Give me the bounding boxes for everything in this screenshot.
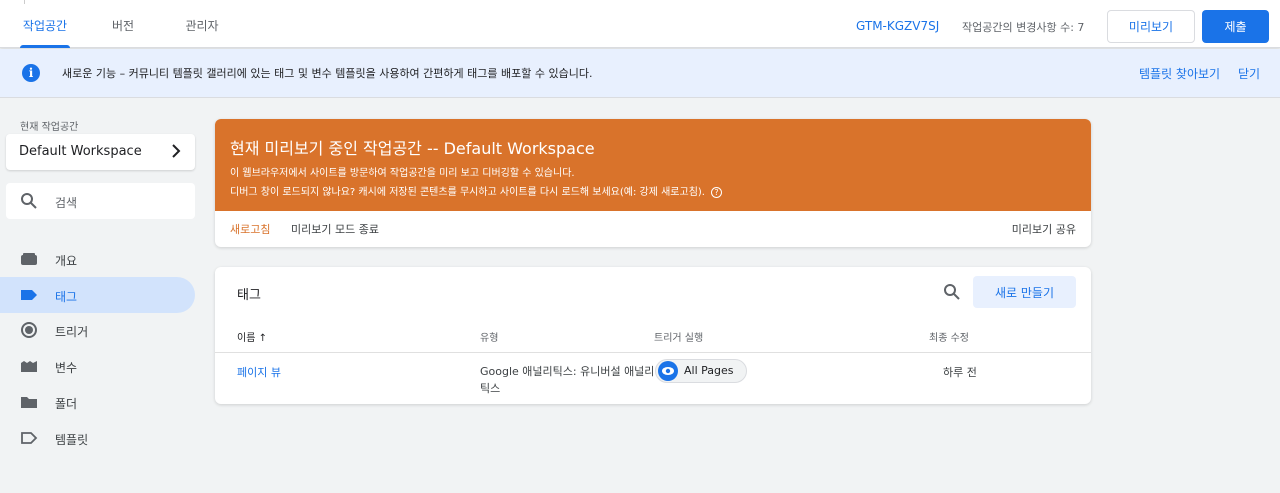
tags-card-title: 태그 <box>237 288 261 303</box>
sidebar-item-label: 개요 <box>55 254 78 268</box>
sidebar-item-triggers[interactable]: 트리거 <box>0 312 195 348</box>
close-banner-link[interactable]: 닫기 <box>1238 65 1260 82</box>
exit-preview-link[interactable]: 미리보기 모드 종료 <box>291 221 379 237</box>
info-banner: i 새로운 기능 – 커뮤니티 템플릿 갤러리에 있는 태그 및 변수 템플릿을… <box>0 49 1280 98</box>
search-placeholder: 검색 <box>55 196 78 210</box>
column-header-firing-triggers[interactable]: 트리거 실행 <box>654 329 703 344</box>
tab-admin[interactable]: 관리자 <box>185 0 219 48</box>
column-header-type[interactable]: 유형 <box>480 329 498 344</box>
column-header-name[interactable]: 이름 ↑ <box>237 329 267 344</box>
share-preview-link[interactable]: 미리보기 공유 <box>1012 221 1076 237</box>
preview-card-title: 현재 미리보기 중인 작업공간 -- Default Workspace <box>230 139 595 158</box>
container-id[interactable]: GTM-KGZV7SJ <box>856 19 939 33</box>
sidebar-item-label: 폴더 <box>55 397 78 411</box>
tag-icon <box>20 287 38 303</box>
sidebar-search[interactable]: 검색 <box>6 183 195 219</box>
trigger-name: All Pages <box>684 364 734 377</box>
tags-card: 태그 새로 만들기 이름 ↑ 유형 트리거 실행 최종 수정 페이지 뷰 Goo… <box>215 267 1091 404</box>
folder-icon <box>20 394 38 410</box>
info-icon: i <box>22 64 40 82</box>
sidebar-item-overview[interactable]: 개요 <box>0 241 195 277</box>
workspace-changes-count: 작업공간의 변경사항 수: 7 <box>962 21 1085 34</box>
template-icon <box>20 430 38 446</box>
preview-debug-hint: 디버그 창이 로드되지 않나요? 캐시에 저장된 콘텐츠를 무시하고 사이트를 … <box>230 183 722 198</box>
sidebar-item-label: 변수 <box>55 361 78 375</box>
refresh-link[interactable]: 새로고침 <box>230 221 270 237</box>
help-icon[interactable]: ? <box>710 186 722 198</box>
chevron-right-icon <box>169 142 183 163</box>
eye-icon <box>658 361 678 381</box>
sidebar-item-variables[interactable]: 변수 <box>0 348 195 384</box>
sidebar-item-label: 트리거 <box>55 325 89 339</box>
preview-description: 이 웹브라우저에서 사이트를 방문하여 작업공간을 미리 보고 디버깅할 수 있… <box>230 168 575 179</box>
trigger-icon <box>20 322 38 338</box>
tag-type: Google 애널리틱스: 유니버설 애널리틱스 <box>480 365 655 395</box>
tag-name-link[interactable]: 페이지 뷰 <box>237 364 281 380</box>
sidebar-item-label: 태그 <box>55 290 78 304</box>
preview-card-header: 현재 미리보기 중인 작업공간 -- Default Workspace 이 웹… <box>215 119 1091 211</box>
workspace-selector[interactable]: Default Workspace <box>6 134 195 170</box>
sidebar-item-folders[interactable]: 폴더 <box>0 384 195 420</box>
preview-mode-card: 현재 미리보기 중인 작업공간 -- Default Workspace 이 웹… <box>215 119 1091 247</box>
new-tag-button[interactable]: 새로 만들기 <box>973 276 1076 308</box>
preview-debug-hint-text: 디버그 창이 로드되지 않나요? 캐시에 저장된 콘텐츠를 무시하고 사이트를 … <box>230 187 705 198</box>
table-divider <box>215 352 1091 353</box>
trigger-chip[interactable]: All Pages <box>655 359 747 383</box>
banner-message: 새로운 기능 – 커뮤니티 템플릿 갤러리에 있는 태그 및 변수 템플릿을 사… <box>62 67 593 80</box>
tab-versions[interactable]: 버전 <box>111 0 135 48</box>
preview-button[interactable]: 미리보기 <box>1107 10 1195 43</box>
sidebar-item-tags[interactable]: 태그 <box>0 277 195 313</box>
last-edited: 하루 전 <box>943 366 977 379</box>
tab-workspace[interactable]: 작업공간 <box>20 0 70 48</box>
search-icon <box>20 192 38 213</box>
submit-button[interactable]: 제출 <box>1202 10 1269 43</box>
sidebar-item-templates[interactable]: 템플릿 <box>0 420 195 456</box>
variable-icon <box>20 358 38 374</box>
column-header-last-edited[interactable]: 최종 수정 <box>929 329 969 344</box>
search-icon[interactable] <box>943 283 961 304</box>
current-workspace-label: 현재 작업공간 <box>20 122 79 133</box>
overview-icon <box>20 251 38 267</box>
sidebar-item-label: 템플릿 <box>55 433 89 447</box>
workspace-name: Default Workspace <box>19 144 142 159</box>
top-navigation-bar: 작업공간 버전 관리자 GTM-KGZV7SJ 작업공간의 변경사항 수: 7 … <box>0 0 1280 48</box>
browse-templates-link[interactable]: 템플릿 찾아보기 <box>1139 65 1220 82</box>
